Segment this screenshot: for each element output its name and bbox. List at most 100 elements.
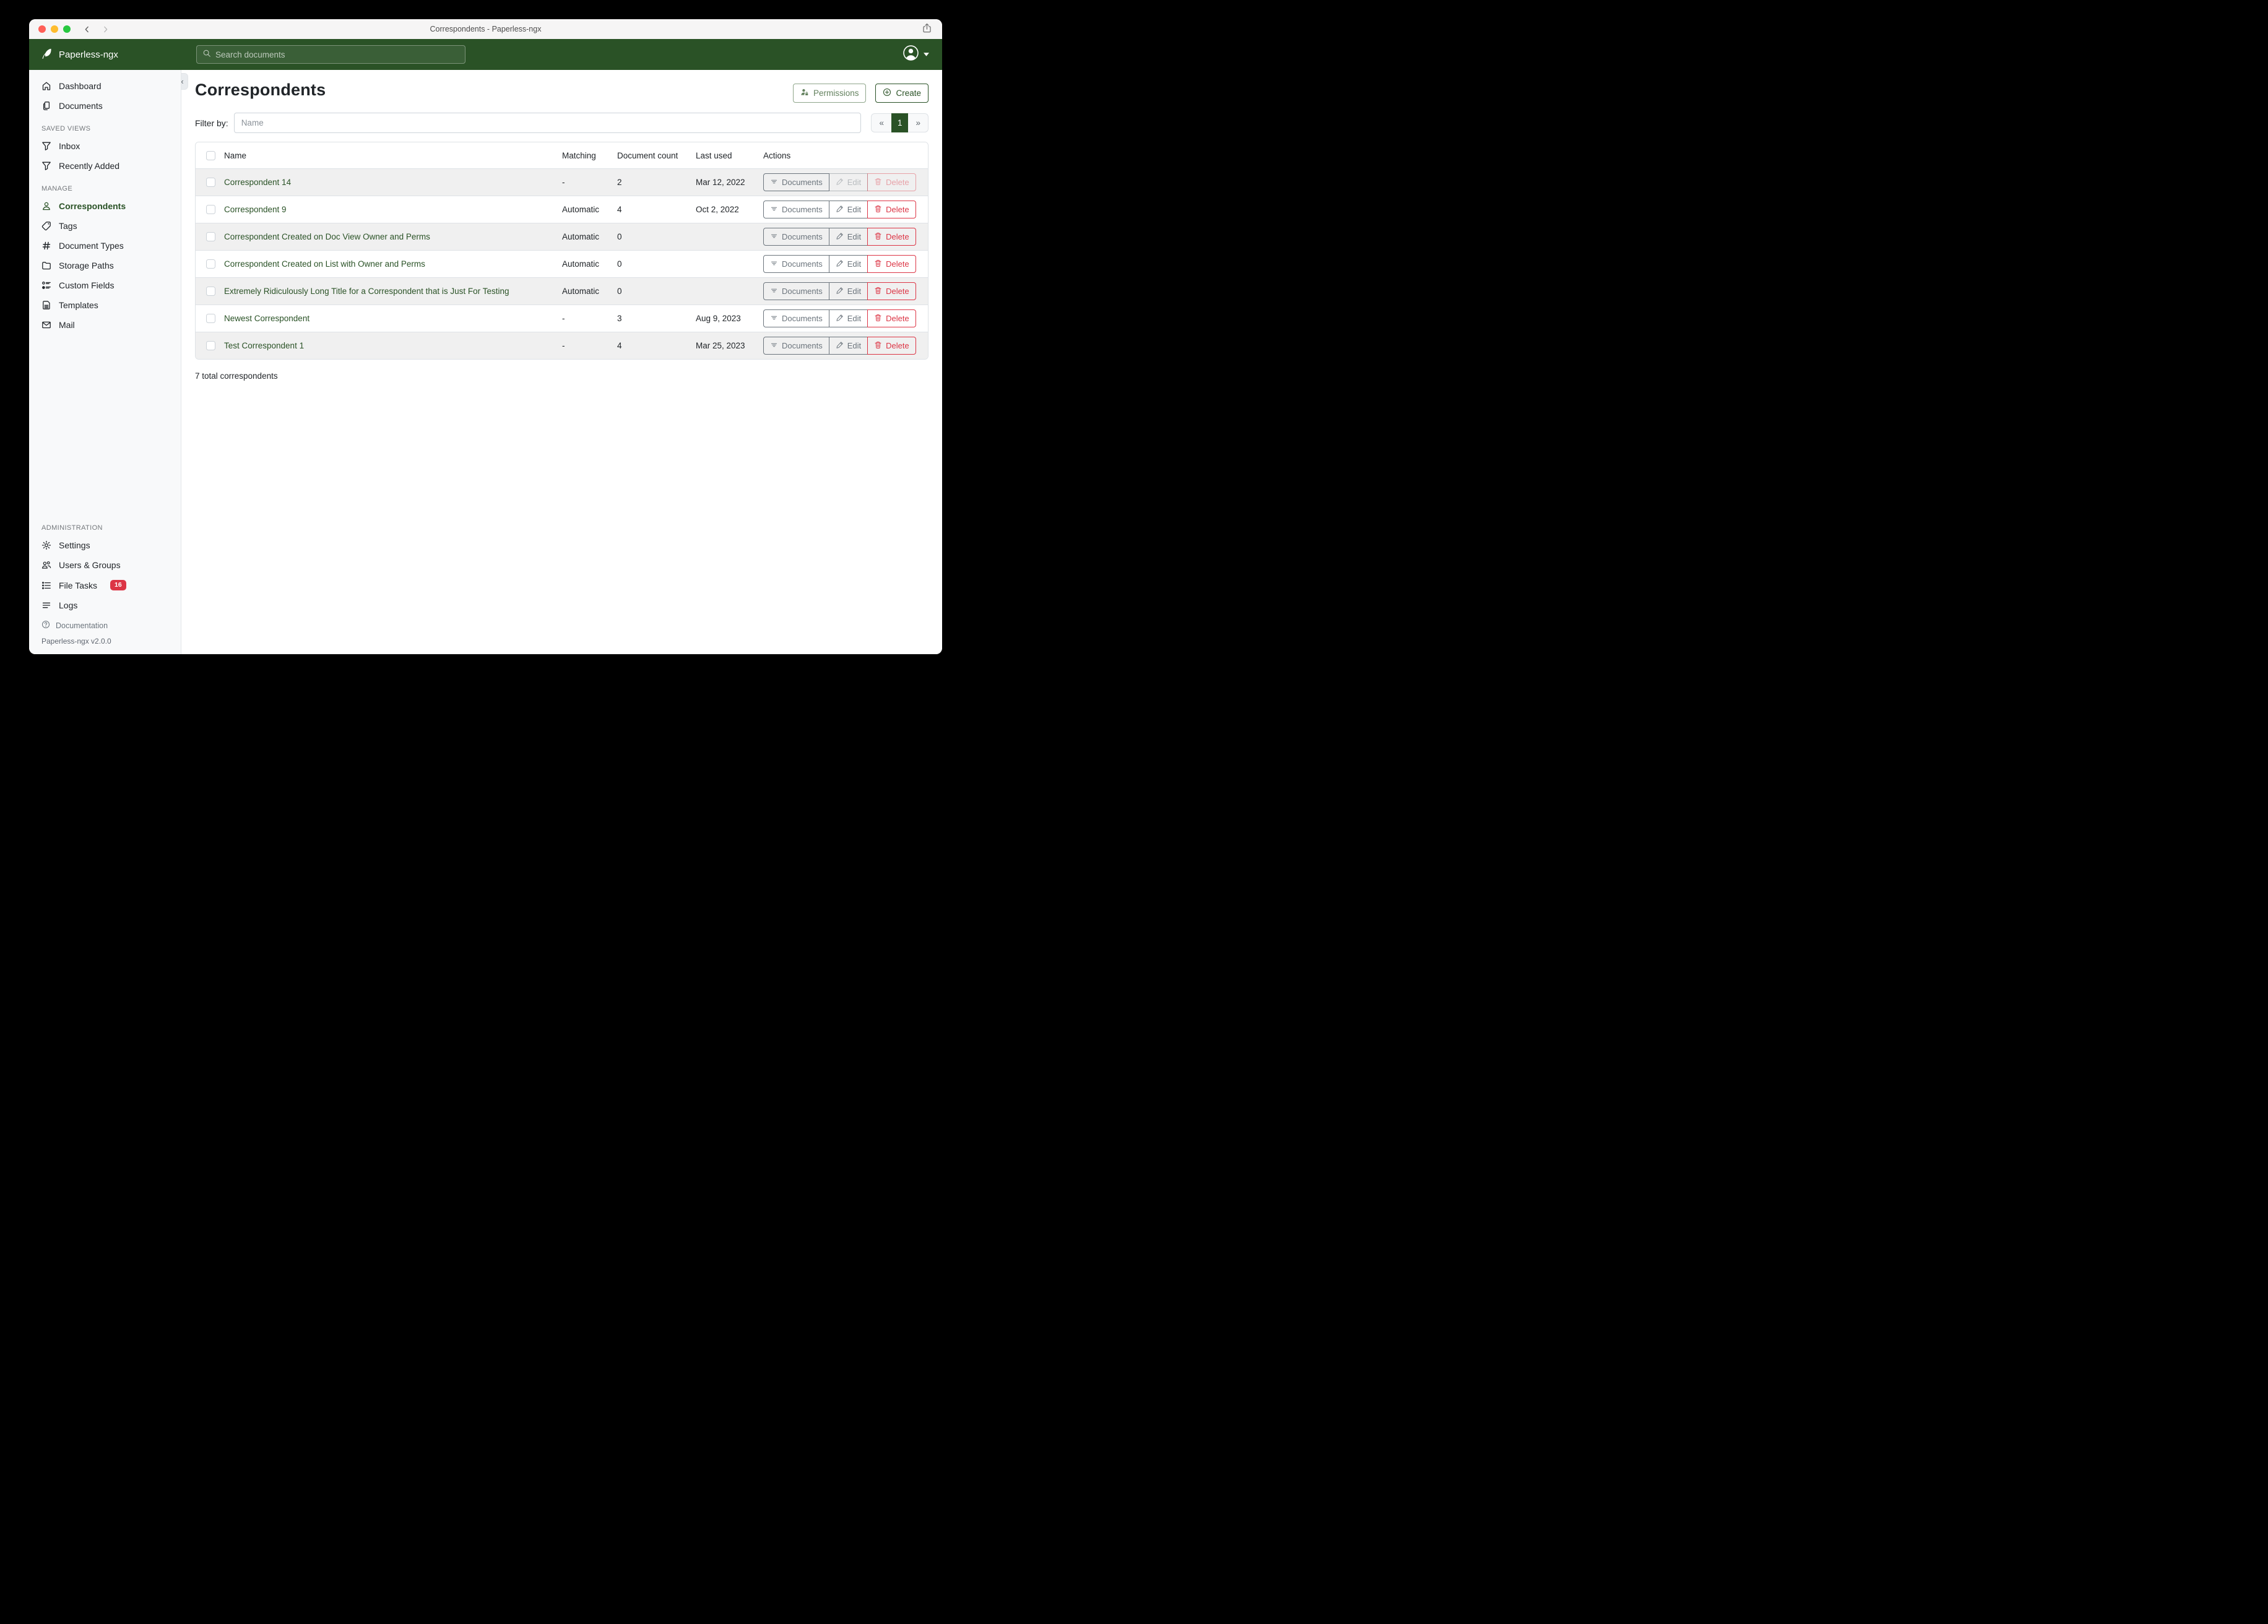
row-checkbox[interactable] [206,205,215,214]
correspondent-link[interactable]: Extremely Ridiculously Long Title for a … [224,287,509,296]
create-button[interactable]: Create [875,84,928,103]
question-circle-icon [41,620,50,631]
share-icon[interactable] [922,23,932,35]
row-actions: DocumentsEditDelete [763,337,916,355]
trash-icon [874,287,882,296]
documents-button[interactable]: Documents [763,201,829,218]
sidebar-item-settings[interactable]: Settings [29,535,181,555]
documents-button[interactable]: Documents [763,309,829,327]
file-text-icon [41,300,51,310]
edit-button[interactable]: Edit [829,255,868,273]
row-actions: DocumentsEditDelete [763,201,916,218]
sidebar-collapse-button[interactable]: « [181,73,188,90]
sidebar-item-custom-fields[interactable]: Custom Fields [29,275,181,295]
row-checkbox[interactable] [206,178,215,187]
funnel-icon [41,141,51,151]
sidebar-item-label: File Tasks [59,581,97,590]
sidebar-item-templates[interactable]: Templates [29,295,181,315]
correspondent-link[interactable]: Correspondent Created on Doc View Owner … [224,232,430,241]
pencil-icon [836,178,844,188]
table-row: Correspondent 9Automatic4Oct 2, 2022Docu… [196,196,928,223]
edit-button[interactable]: Edit [829,309,868,327]
filter-lines-icon [770,259,778,269]
row-checkbox[interactable] [206,341,215,350]
sidebar-item-users-groups[interactable]: Users & Groups [29,555,181,575]
zoom-button[interactable] [63,25,71,33]
delete-button[interactable]: Delete [867,255,916,273]
row-checkbox[interactable] [206,259,215,269]
documentation-link[interactable]: Documentation [29,615,181,632]
documents-button[interactable]: Documents [763,282,829,300]
search-input[interactable] [215,50,459,59]
documentation-label: Documentation [56,621,108,630]
sidebar-item-storage-paths[interactable]: Storage Paths [29,256,181,275]
sidebar-item-inbox[interactable]: Inbox [29,136,181,156]
edit-button[interactable]: Edit [829,337,868,355]
minimize-button[interactable] [51,25,58,33]
delete-button: Delete [867,173,916,191]
table-header-row: NameMatchingDocument countLast usedActio… [196,142,928,168]
sidebar-item-recently-added[interactable]: Recently Added [29,156,181,176]
pagination-page-1[interactable]: 1 [891,113,909,132]
row-checkbox[interactable] [206,232,215,241]
delete-button[interactable]: Delete [867,309,916,327]
select-all-checkbox[interactable] [206,151,215,160]
sidebar-item-logs[interactable]: Logs [29,595,181,615]
sidebar-item-dashboard[interactable]: Dashboard [29,76,181,96]
sidebar-item-document-types[interactable]: Document Types [29,236,181,256]
filter-name-input[interactable] [234,113,862,133]
row-checkbox[interactable] [206,287,215,296]
sidebar-item-file-tasks[interactable]: File Tasks16 [29,575,181,595]
matching-cell: - [562,314,617,323]
documents-button[interactable]: Documents [763,255,829,273]
table-row: Correspondent Created on List with Owner… [196,250,928,277]
sidebar-item-correspondents[interactable]: Correspondents [29,196,181,216]
correspondent-link[interactable]: Test Correspondent 1 [224,341,304,350]
permissions-button[interactable]: Permissions [793,84,867,103]
edit-button[interactable]: Edit [829,282,868,300]
correspondent-link[interactable]: Correspondent 9 [224,205,287,214]
filter-lines-icon [770,232,778,242]
col-header-document-count: Document count [617,151,696,160]
delete-button[interactable]: Delete [867,282,916,300]
edit-button[interactable]: Edit [829,228,868,246]
pagination-last-button[interactable]: » [908,113,928,132]
document-count-cell: 4 [617,205,696,214]
document-count-cell: 3 [617,314,696,323]
table-row: Extremely Ridiculously Long Title for a … [196,277,928,304]
edit-button[interactable]: Edit [829,201,868,218]
back-icon[interactable] [83,25,91,33]
pagination-first-button[interactable]: « [871,113,891,132]
delete-button[interactable]: Delete [867,337,916,355]
user-menu[interactable] [902,45,929,64]
delete-button[interactable]: Delete [867,201,916,218]
sidebar-item-label: Users & Groups [59,560,121,570]
sidebar-item-label: Mail [59,320,75,330]
document-count-cell: 0 [617,259,696,269]
close-button[interactable] [38,25,46,33]
envelope-icon [41,320,51,330]
row-actions: DocumentsEditDelete [763,309,916,327]
table-row: Correspondent 14-2Mar 12, 2022DocumentsE… [196,168,928,196]
documents-button[interactable]: Documents [763,337,829,355]
sidebar-item-mail[interactable]: Mail [29,315,181,335]
correspondent-link[interactable]: Newest Correspondent [224,314,309,323]
forward-icon[interactable] [102,25,110,33]
delete-button[interactable]: Delete [867,228,916,246]
sidebar-item-documents[interactable]: Documents [29,96,181,116]
sidebar-item-label: Logs [59,600,77,610]
row-actions: DocumentsEditDelete [763,228,916,246]
main-content: « Correspondents Permissions Create [181,70,942,654]
documents-button[interactable]: Documents [763,173,829,191]
total-count: 7 total correspondents [195,371,928,381]
sidebar-item-tags[interactable]: Tags [29,216,181,236]
sidebar-item-label: Storage Paths [59,261,114,270]
trash-icon [874,178,882,188]
documents-button[interactable]: Documents [763,228,829,246]
filter-lines-icon [770,314,778,324]
correspondent-link[interactable]: Correspondent 14 [224,178,291,187]
document-count-cell: 0 [617,232,696,241]
row-checkbox[interactable] [206,314,215,323]
brand[interactable]: Paperless-ngx [41,48,118,62]
correspondent-link[interactable]: Correspondent Created on List with Owner… [224,259,425,269]
